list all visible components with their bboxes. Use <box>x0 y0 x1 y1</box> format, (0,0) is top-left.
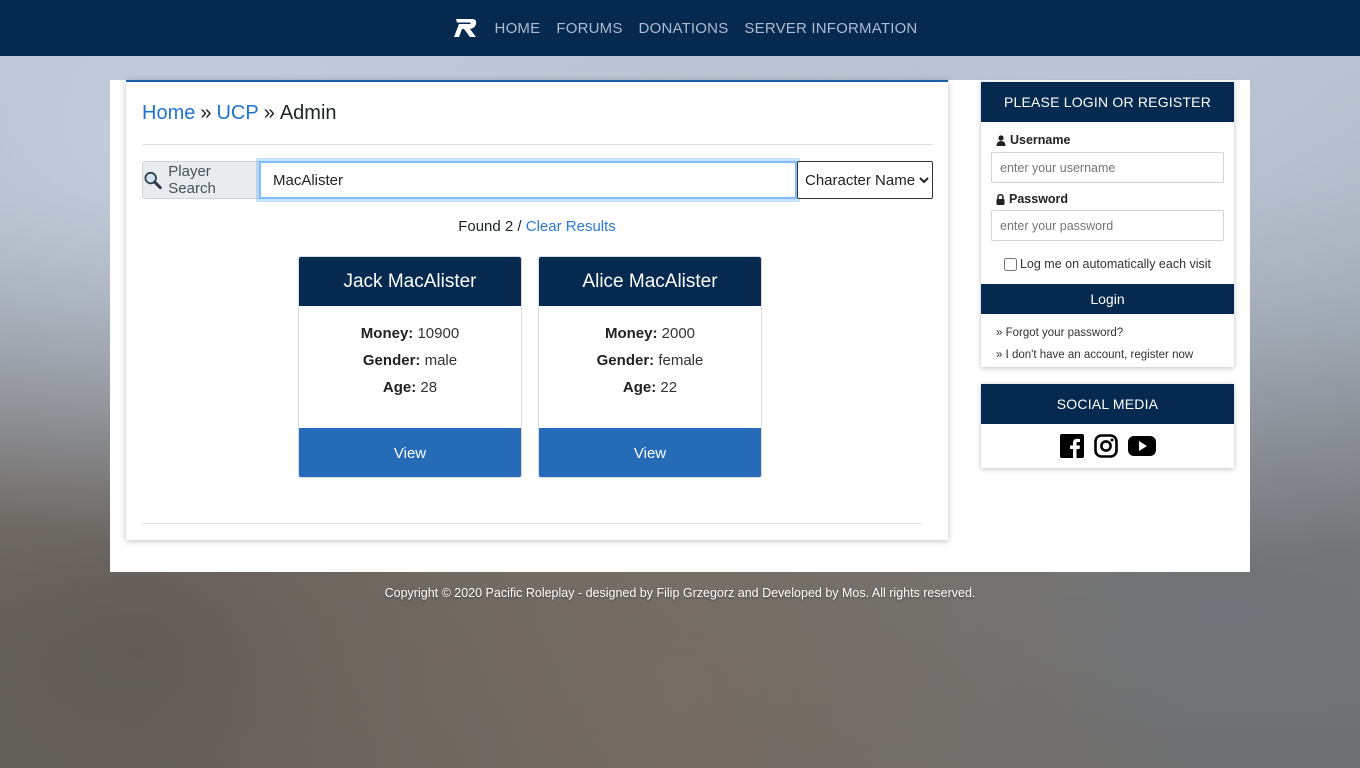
breadcrumb: Home» UCP» Admin <box>142 102 337 125</box>
money-label: Money: <box>604 325 658 342</box>
character-name: Jack MacAlister <box>299 257 521 306</box>
breadcrumb-home[interactable]: Home <box>142 102 195 124</box>
search-type-select[interactable]: Character Name <box>797 161 933 199</box>
remember-me[interactable]: Log me on automatically each visit <box>981 257 1234 271</box>
R-logo-icon[interactable] <box>453 16 479 40</box>
age-line: Age: 28 <box>299 379 521 406</box>
results-summary: Found 2 / Clear Results <box>126 218 948 235</box>
breadcrumb-separator: » <box>200 102 212 124</box>
username-field[interactable] <box>991 152 1224 183</box>
character-name: Alice MacAlister <box>539 257 761 306</box>
gender-value: male <box>424 352 458 369</box>
divider <box>142 523 922 524</box>
social-media-title: SOCIAL MEDIA <box>981 384 1234 424</box>
register-link[interactable]: » I don't have an account, register now <box>996 349 1193 361</box>
character-details: Money: 10900 Gender: male Age: 28 <box>299 306 521 428</box>
remember-me-label: Log me on automatically each visit <box>1019 257 1212 271</box>
breadcrumb-separator: » <box>263 102 275 124</box>
gender-value: female <box>658 352 704 369</box>
youtube-icon[interactable] <box>1127 435 1156 457</box>
login-panel-title: PLEASE LOGIN OR REGISTER <box>981 82 1234 122</box>
player-search-addon: Player Search <box>142 161 259 199</box>
forgot-password-link[interactable]: » Forgot your password? <box>996 327 1123 339</box>
money-value: 10900 <box>417 325 460 342</box>
gender-label: Gender: <box>596 352 655 369</box>
nav-inner: HOME FORUMS DONATIONS SERVER INFORMATION <box>453 16 918 40</box>
money-label: Money: <box>360 325 414 342</box>
nav-home[interactable]: HOME <box>495 20 541 37</box>
username-label: Username <box>996 133 1070 147</box>
divider <box>142 144 933 145</box>
breadcrumb-ucp[interactable]: UCP <box>216 102 258 124</box>
remember-me-checkbox[interactable] <box>1003 257 1017 271</box>
gender-line: Gender: female <box>539 352 761 379</box>
money-line: Money: 2000 <box>539 325 761 352</box>
character-details: Money: 2000 Gender: female Age: 22 <box>539 306 761 428</box>
found-count: Found 2 / <box>458 218 522 235</box>
password-field[interactable] <box>991 210 1224 241</box>
age-value: 28 <box>420 379 438 396</box>
player-search-input[interactable] <box>259 161 797 199</box>
footer-copyright: Copyright © 2020 Pacific Roleplay - desi… <box>384 586 976 600</box>
player-search-row: Player Search Character Name <box>142 161 933 199</box>
nav-forums[interactable]: FORUMS <box>556 20 622 37</box>
money-value: 2000 <box>661 325 696 342</box>
login-button[interactable]: Login <box>981 284 1234 314</box>
content-wrapper: Home»UCP»Admin Player Search Character N… <box>110 80 1250 572</box>
gender-label: Gender: <box>362 352 421 369</box>
login-panel: PLEASE LOGIN OR REGISTER Username Passwo… <box>981 82 1234 367</box>
main-card: Home»UCP»Admin Player Search Character N… <box>126 80 948 540</box>
magnifier-icon <box>144 171 162 190</box>
password-label: Password <box>996 192 1068 206</box>
money-line: Money: 10900 <box>299 325 521 352</box>
instagram-icon[interactable] <box>1093 434 1118 458</box>
character-card: Alice MacAlister Money: 2000 Gender: fem… <box>538 256 762 478</box>
nav-server-information[interactable]: SERVER INFORMATION <box>744 20 917 37</box>
age-label: Age: <box>622 379 657 396</box>
breadcrumb-current: Admin <box>279 102 337 124</box>
username-label-text: Username <box>1010 133 1071 147</box>
view-button[interactable]: View <box>539 428 761 477</box>
lock-icon <box>996 193 1005 205</box>
social-icons <box>981 424 1234 468</box>
age-label: Age: <box>382 379 417 396</box>
nav-donations[interactable]: DONATIONS <box>639 20 729 37</box>
gender-line: Gender: male <box>299 352 521 379</box>
age-line: Age: 22 <box>539 379 761 406</box>
character-card: Jack MacAlister Money: 10900 Gender: mal… <box>298 256 522 478</box>
view-button[interactable]: View <box>299 428 521 477</box>
password-label-text: Password <box>1009 192 1069 206</box>
age-value: 22 <box>660 379 678 396</box>
user-icon <box>996 134 1006 146</box>
clear-results-link[interactable]: Clear Results <box>526 218 616 235</box>
facebook-icon[interactable] <box>1059 434 1084 458</box>
top-navbar: HOME FORUMS DONATIONS SERVER INFORMATION <box>0 0 1360 56</box>
player-search-label: Player Search <box>168 163 216 197</box>
social-media-panel: SOCIAL MEDIA <box>981 384 1234 468</box>
